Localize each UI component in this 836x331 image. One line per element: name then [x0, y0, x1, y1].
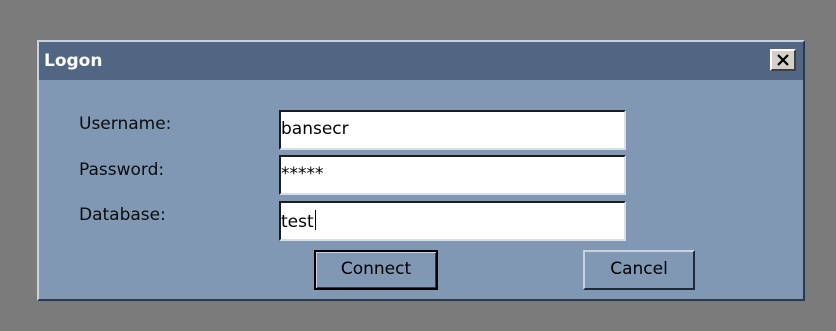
password-label: Password: [79, 160, 165, 180]
text-caret [314, 210, 316, 230]
dialog-title: Logon [44, 51, 103, 71]
close-button[interactable] [770, 49, 796, 71]
username-field[interactable]: bansecr [279, 110, 626, 150]
password-field[interactable]: ***** [279, 155, 626, 195]
close-x-icon [777, 54, 789, 66]
username-label: Username: [79, 114, 172, 134]
database-field[interactable]: test [279, 201, 626, 241]
connect-button[interactable]: Connect [314, 250, 438, 290]
username-value: bansecr [281, 119, 349, 139]
cancel-button[interactable]: Cancel [583, 250, 695, 290]
desktop-background: Logon Username: bansecr Password: ***** … [0, 0, 836, 331]
logon-dialog: Logon Username: bansecr Password: ***** … [37, 40, 805, 301]
password-value: ***** [281, 164, 324, 184]
database-value: test [281, 212, 314, 232]
database-label: Database: [79, 205, 166, 225]
title-bar[interactable]: Logon [39, 42, 803, 80]
